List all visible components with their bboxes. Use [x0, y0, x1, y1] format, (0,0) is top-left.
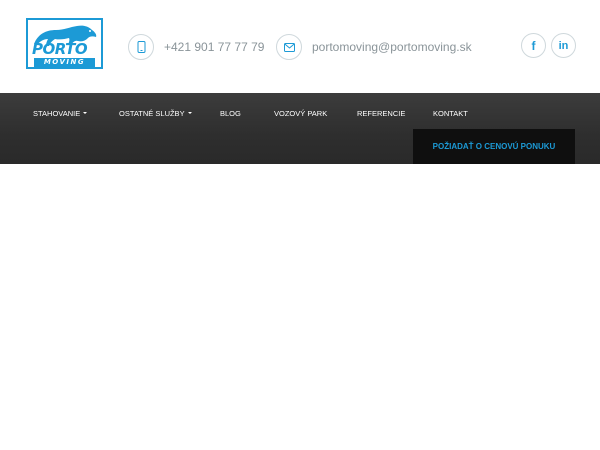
- nav-item-kontakt[interactable]: KONTAKT: [433, 106, 468, 120]
- phone-number: +421 901 77 77 79: [164, 40, 265, 54]
- nav-item-vozovy-park[interactable]: VOZOVÝ PARK: [274, 106, 327, 120]
- nav-label: STAHOVANIE: [33, 108, 81, 118]
- envelope-icon: [276, 34, 302, 60]
- email-address: portomoving@portomoving.sk: [312, 40, 472, 54]
- phone-contact[interactable]: +421 901 77 77 79: [128, 33, 264, 61]
- caret-down-icon: [83, 112, 88, 114]
- page-content: [0, 164, 600, 450]
- nav-label: REFERENCIE: [357, 108, 406, 118]
- porto-moving-logo[interactable]: PORTO MOVING: [26, 18, 103, 69]
- logo-word: PORTO: [32, 40, 88, 58]
- nav-label: VOZOVÝ PARK: [274, 108, 328, 118]
- nav-item-blog[interactable]: BLOG: [220, 106, 241, 120]
- phone-icon: [128, 34, 154, 60]
- nav-item-referencie[interactable]: REFERENCIE: [357, 106, 405, 120]
- caret-down-icon: [187, 112, 192, 114]
- email-contact[interactable]: portomoving@portomoving.sk: [276, 33, 472, 61]
- logo-subword: MOVING: [34, 58, 95, 67]
- nav-label: KONTAKT: [433, 108, 468, 118]
- facebook-icon[interactable]: f: [521, 33, 546, 58]
- linkedin-icon[interactable]: in: [551, 33, 576, 58]
- nav-item-ostatne-sluzby[interactable]: OSTATNÉ SLUŽBY: [119, 106, 192, 120]
- logo-inner: PORTO MOVING: [30, 22, 99, 67]
- nav-label: BLOG: [220, 108, 241, 118]
- top-header: PORTO MOVING +421 901 77 77 79 portomovi…: [0, 0, 600, 93]
- request-quote-button[interactable]: POŽIADAŤ O CENOVÚ PONUKU: [413, 129, 575, 164]
- nav-item-stahovanie[interactable]: STAHOVANIE: [33, 106, 88, 120]
- nav-label: OSTATNÉ SLUŽBY: [119, 108, 185, 118]
